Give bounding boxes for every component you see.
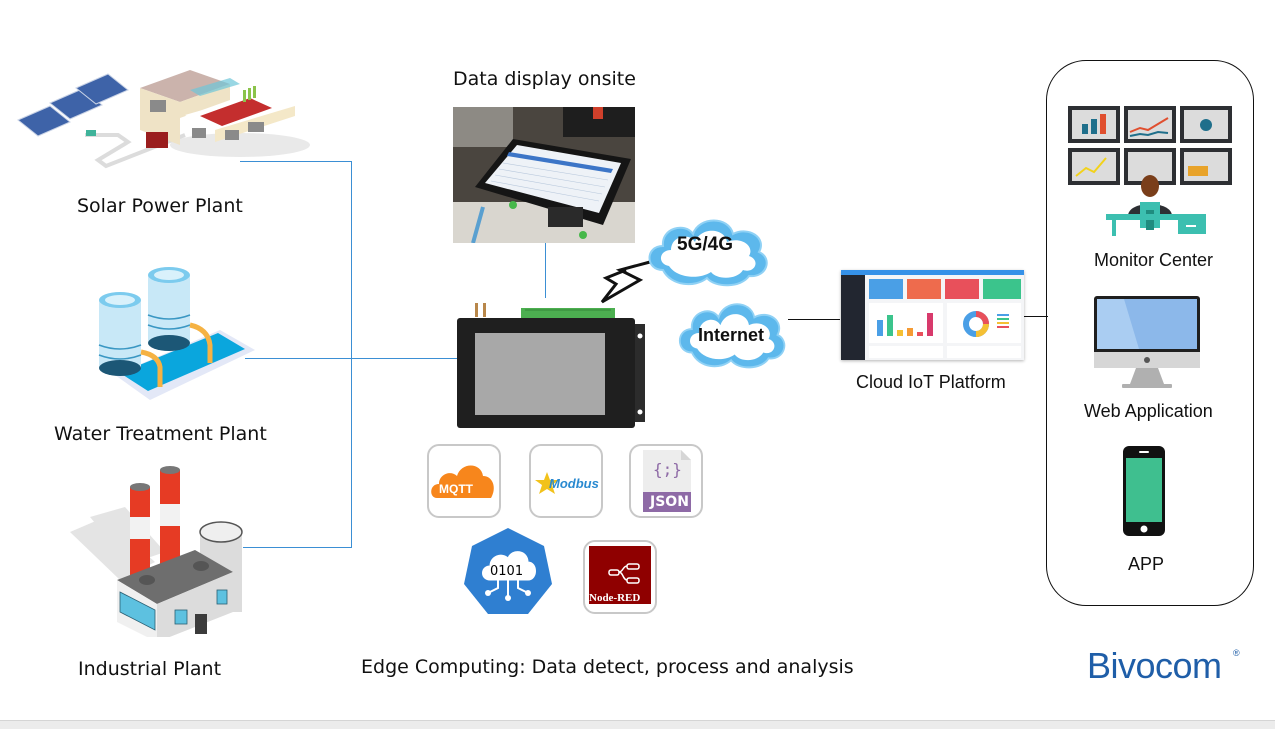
onsite-display-title: Data display onsite — [453, 68, 636, 90]
source-label-industrial: Industrial Plant — [78, 658, 222, 680]
solar-plant-illustration — [10, 50, 320, 180]
edge-gateway-device — [455, 300, 655, 430]
touchscreen-photo-icon — [453, 107, 635, 243]
factory-icon — [70, 466, 243, 642]
protocol-label-nodered: Node-RED — [589, 592, 641, 604]
cloud-5g4g: 5G/4G — [643, 208, 773, 290]
onsite-display-photo — [453, 107, 635, 243]
protocol-label-mqtt: MQTT — [439, 482, 473, 496]
protocol-json: {;} JSON — [629, 444, 703, 518]
mobile-phone-icon — [1123, 446, 1165, 536]
protocol-nodered: Node-RED — [583, 540, 657, 614]
cloud-label-internet: Internet — [698, 325, 765, 345]
connector-industrial — [243, 547, 352, 548]
connector-trunk — [351, 161, 352, 548]
dashboard-thumbnail-icon — [841, 270, 1024, 360]
client-label-web: Web Application — [1084, 401, 1213, 421]
json-symbol: {;} — [653, 460, 682, 479]
monitor-center-icon — [1068, 106, 1232, 236]
protocol-label-modbus: Modbus — [549, 476, 599, 491]
source-label-water: Water Treatment Plant — [54, 423, 267, 445]
gateway-device-icon — [457, 303, 645, 428]
industrial-plant-illustration — [65, 462, 255, 642]
source-label-solar: Solar Power Plant — [77, 195, 243, 217]
brand-logo: Bivocom — [1087, 645, 1222, 687]
connector-internet-cloud — [788, 319, 840, 320]
brand-name: Bivocom — [1087, 645, 1222, 686]
monitor-center-illustration — [1066, 104, 1234, 238]
protocol-modbus: Modbus — [529, 444, 603, 518]
solar-plant-icon — [17, 70, 310, 169]
client-label-app: APP — [1128, 554, 1165, 574]
app-illustration — [1123, 446, 1165, 536]
edge-computing-caption: Edge Computing: Data detect, process and… — [361, 656, 854, 678]
connector-cloud-clients — [1024, 316, 1048, 317]
protocol-mqtt: MQTT — [427, 444, 501, 518]
cloud-label-5g4g: 5G/4G — [677, 234, 733, 255]
cloud-platform-label: Cloud IoT Platform — [856, 372, 1006, 392]
protocol-label-binary: 0101 — [490, 564, 524, 579]
cloud-internet: Internet — [674, 292, 790, 372]
protocol-label-json: JSON — [650, 494, 689, 510]
protocol-binary: 0101 — [462, 526, 554, 616]
water-plant-icon — [98, 267, 255, 400]
connector-onsite-display — [545, 243, 546, 298]
desktop-monitor-icon — [1094, 296, 1200, 388]
cloud-platform-dashboard — [841, 270, 1024, 360]
mqtt-cloud-icon — [431, 465, 494, 498]
client-label-monitor: Monitor Center — [1094, 250, 1214, 270]
connector-water — [245, 358, 460, 359]
brand-registered-mark: ® — [1233, 648, 1240, 658]
water-plant-illustration — [90, 255, 260, 415]
web-application-illustration — [1094, 296, 1200, 390]
